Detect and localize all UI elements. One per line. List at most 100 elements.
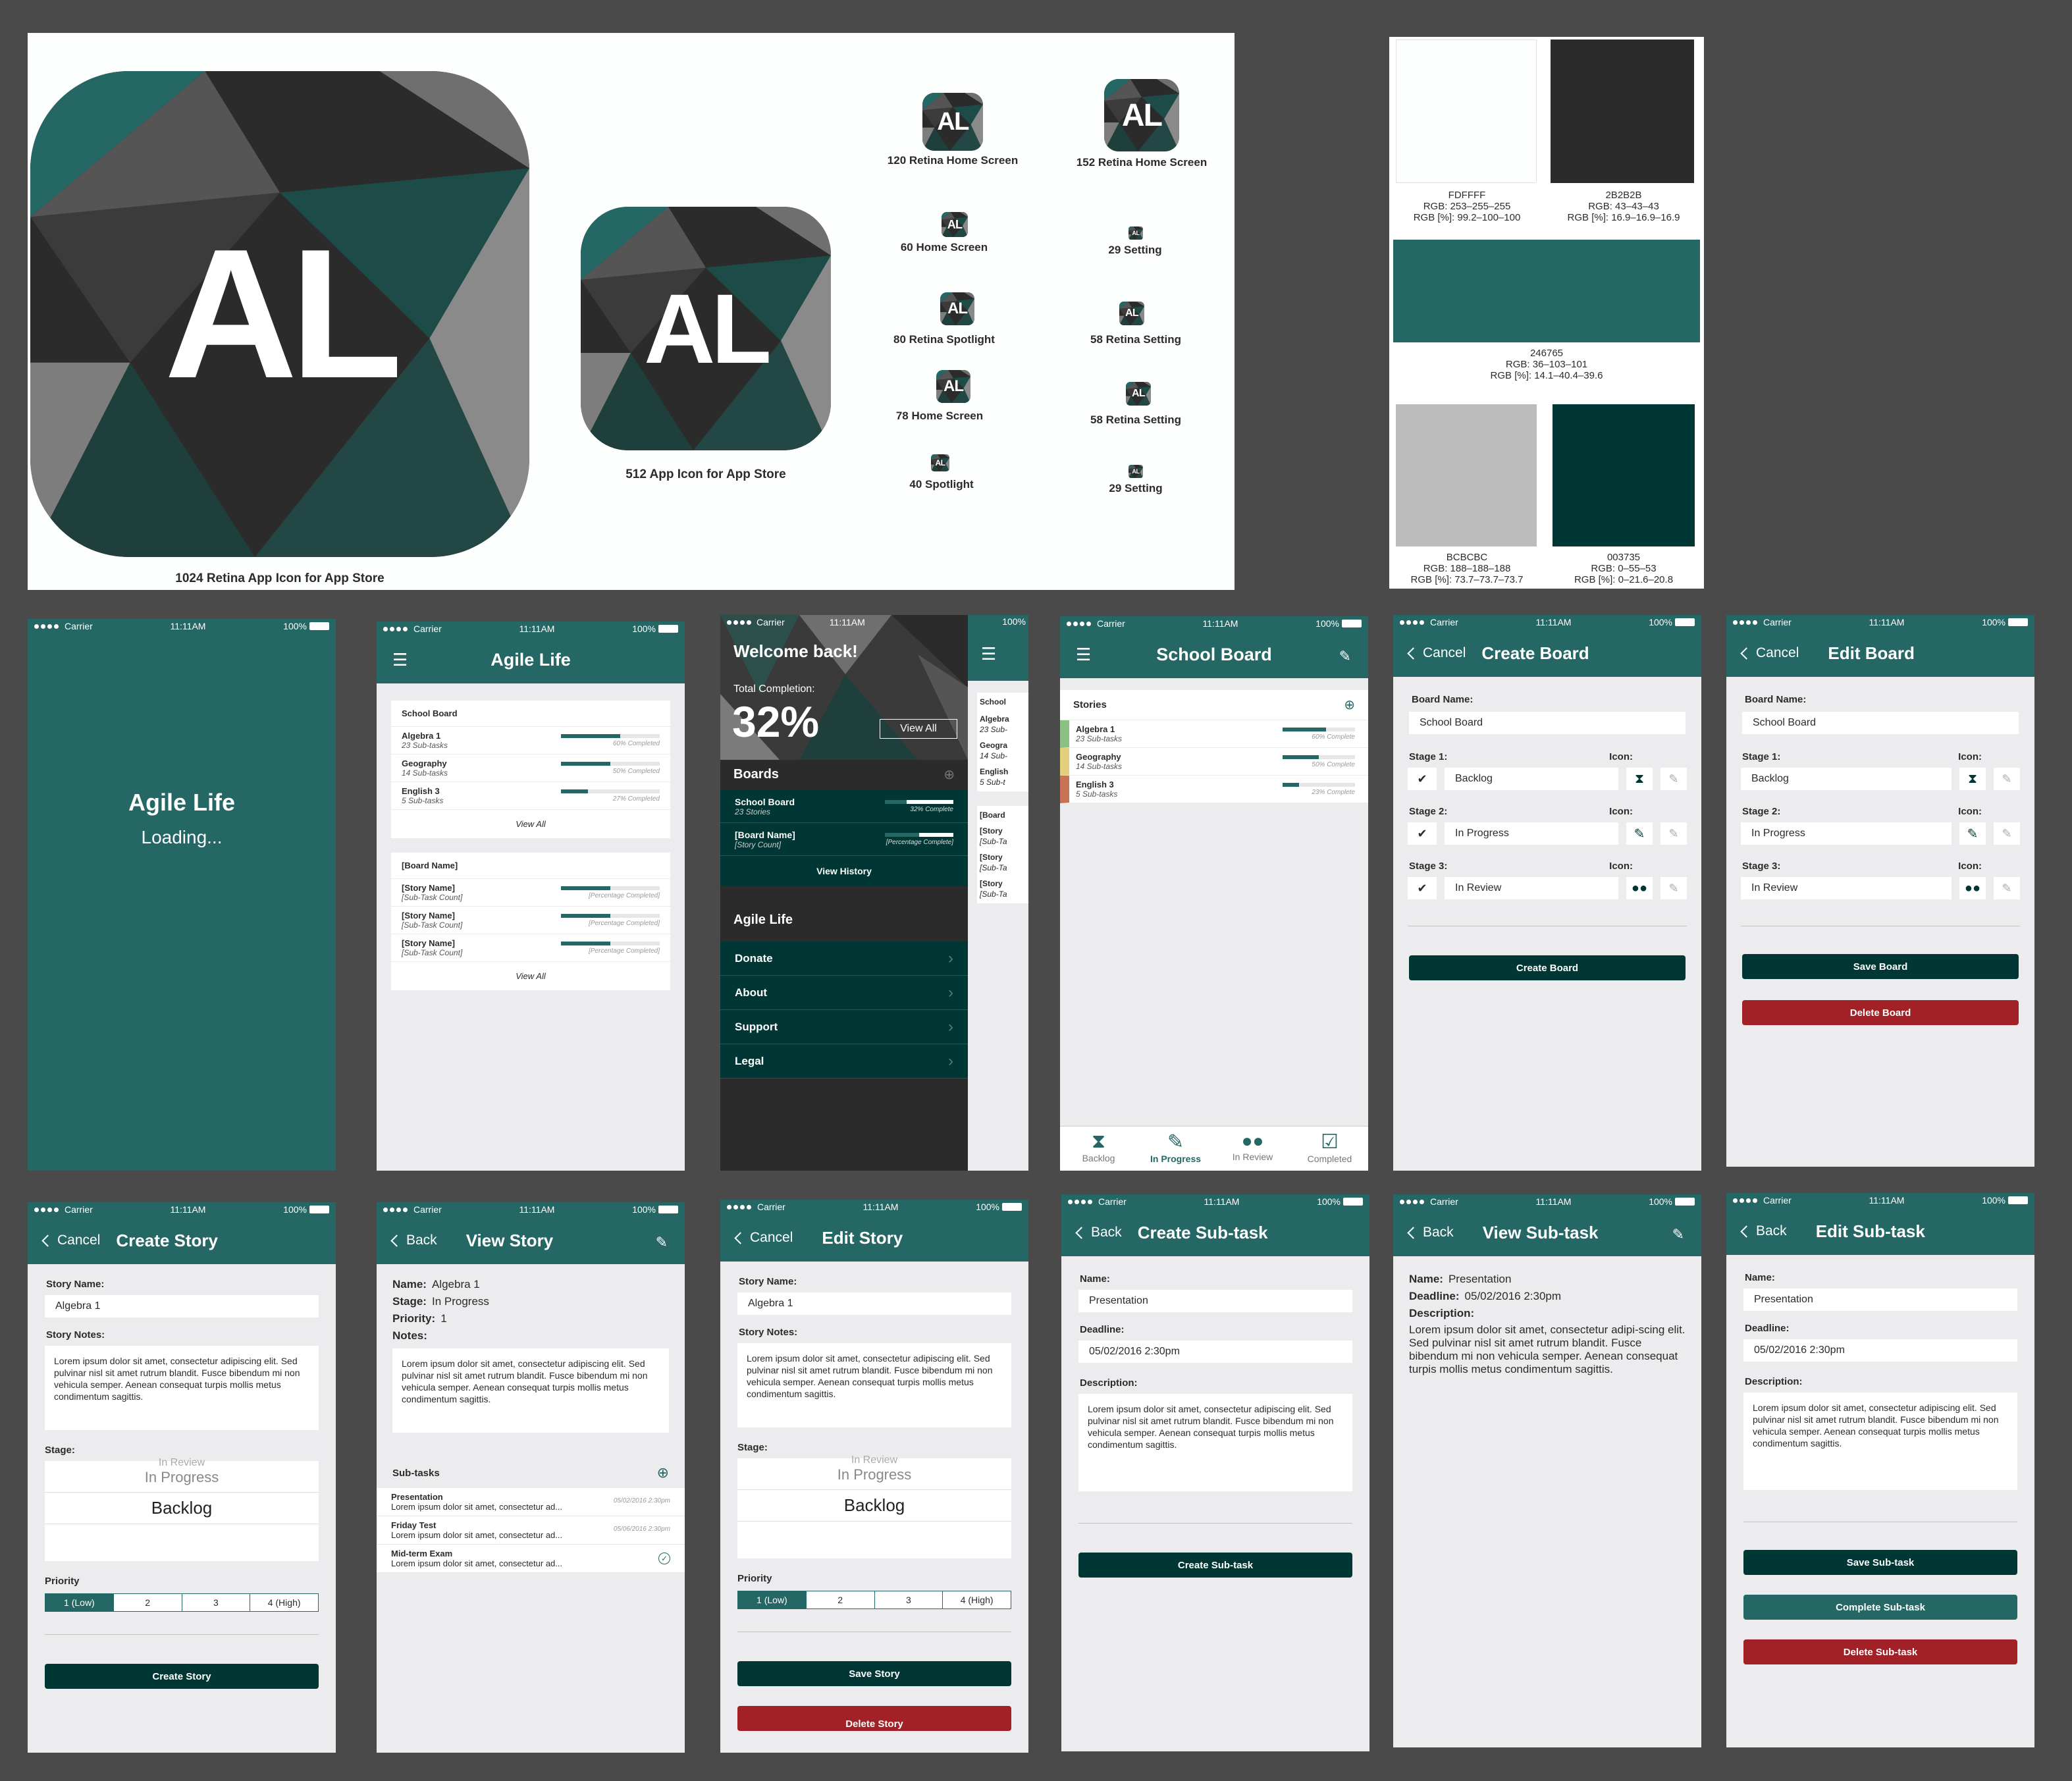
pencil-icon[interactable]: ✎ — [1660, 822, 1687, 845]
delete-board-button[interactable]: Delete Board — [1742, 1000, 2019, 1025]
story-name-field[interactable]: Algebra 1 — [737, 1292, 1011, 1315]
menu-item-legal[interactable]: Legal › — [720, 1044, 968, 1078]
story-row[interactable]: Geography 14 Sub-tasks 50% Completed — [391, 755, 670, 782]
pencil-icon[interactable]: ✎ — [1660, 768, 1687, 790]
board-name-field[interactable]: School Board — [1409, 712, 1686, 734]
stage-1-checkbox[interactable]: ✔ — [1408, 768, 1437, 790]
pencil-icon[interactable]: ✎ — [1660, 877, 1687, 899]
back-button[interactable]: Back — [1077, 1225, 1122, 1240]
create-board-button[interactable]: Create Board — [1409, 955, 1686, 980]
priority-4[interactable]: 4 (High) — [250, 1594, 318, 1611]
description-field[interactable]: Lorem ipsum dolor sit amet, consectetur … — [1078, 1394, 1352, 1491]
group-icon[interactable]: ●● — [1959, 877, 1986, 899]
create-subtask-button[interactable]: Create Sub-task — [1078, 1553, 1352, 1578]
pencil-icon[interactable]: ✎ — [1994, 822, 2020, 845]
pencil-icon[interactable]: ✎ — [1994, 877, 2020, 899]
view-all-button[interactable]: View All — [880, 719, 957, 739]
add-subtask-icon[interactable]: ⊕ — [657, 1464, 669, 1481]
view-history-button[interactable]: View History — [720, 856, 968, 886]
board-card-school[interactable]: School Board Algebra 1 23 Sub-tasks 60% Co… — [391, 701, 670, 838]
menu-item-about[interactable]: About › — [720, 976, 968, 1010]
board-name-field[interactable]: School Board — [1742, 712, 2019, 734]
story-notes-field[interactable]: Lorem ipsum dolor sit amet, consectetur … — [45, 1346, 319, 1430]
edit-pencil-icon[interactable]: ✎ — [656, 1234, 668, 1251]
save-story-button[interactable]: Save Story — [737, 1661, 1011, 1686]
stage-picker[interactable]: In Review In Progress Backlog — [737, 1454, 1011, 1558]
subtask-row[interactable]: Friday Test Lorem ipsum dolor sit amet, c… — [377, 1516, 685, 1545]
create-story-button[interactable]: Create Story — [45, 1664, 319, 1689]
tab-backlog[interactable]: ⧗ Backlog — [1060, 1127, 1137, 1171]
subtask-name-field[interactable]: Presentation — [1078, 1290, 1352, 1312]
board-card-generic[interactable]: [Board Name] [Story Name] [Sub-Task Count… — [391, 853, 670, 990]
priority-3[interactable]: 3 — [182, 1594, 251, 1611]
deadline-field[interactable]: 05/02/2016 2:30pm — [1078, 1341, 1352, 1363]
view-all-link[interactable]: View All — [391, 810, 670, 838]
stage-2-checkbox[interactable]: ✔ — [1408, 822, 1437, 845]
cancel-button[interactable]: Cancel — [1742, 645, 1799, 661]
view-all-link[interactable]: View All — [391, 962, 670, 990]
menu-board-row[interactable]: [Board Name] [Story Count] [Percentage Com… — [720, 823, 968, 856]
edit-pencil-icon[interactable]: ✎ — [1339, 648, 1351, 665]
delete-story-button[interactable]: Delete Story — [737, 1706, 1011, 1731]
stage-1-field[interactable]: Backlog — [1445, 768, 1618, 790]
edit-pencil-icon[interactable]: ✎ — [1672, 1226, 1684, 1243]
check-circle-icon[interactable]: ✓ — [658, 1553, 670, 1564]
stage-2-field[interactable]: In Progress — [1445, 822, 1618, 845]
save-subtask-button[interactable]: Save Sub-task — [1743, 1550, 2017, 1575]
stage-3-field[interactable]: In Review — [1741, 877, 1952, 899]
edit-box-icon[interactable]: ✎ — [1626, 822, 1653, 845]
story-name-field[interactable]: Algebra 1 — [45, 1295, 319, 1317]
menu-item-donate[interactable]: Donate › — [720, 942, 968, 976]
story-row[interactable]: Algebra 1 23 Sub-tasks 60% Completed — [391, 727, 670, 755]
delete-subtask-button[interactable]: Delete Sub-task — [1743, 1639, 2017, 1664]
story-row[interactable]: [Story Name] [Sub-Task Count] [Percentage … — [391, 934, 670, 962]
cancel-button[interactable]: Cancel — [43, 1233, 100, 1248]
deadline-field[interactable]: 05/02/2016 2:30pm — [1743, 1339, 2017, 1362]
save-board-button[interactable]: Save Board — [1742, 954, 2019, 979]
hourglass-icon[interactable]: ⧗ — [1626, 768, 1653, 790]
stage-2-field[interactable]: In Progress — [1741, 822, 1952, 845]
priority-2[interactable]: 2 — [806, 1591, 875, 1608]
add-board-icon[interactable]: ⊕ — [943, 766, 955, 783]
tab-in-review[interactable]: ●● In Review — [1214, 1127, 1291, 1171]
stage-1-field[interactable]: Backlog — [1741, 768, 1952, 790]
story-row[interactable]: English 35 Sub-tasks 27% Completed — [391, 782, 670, 810]
stage-3-field[interactable]: In Review — [1445, 877, 1618, 899]
group-icon[interactable]: ●● — [1626, 877, 1653, 899]
story-notes-field[interactable]: Lorem ipsum dolor sit amet, consectetur … — [737, 1343, 1011, 1427]
description-field[interactable]: Lorem ipsum dolor sit amet, consectetur … — [1743, 1393, 2017, 1490]
pencil-icon[interactable]: ✎ — [1994, 768, 2020, 790]
story-row[interactable]: [Story Name] [Sub-Task Count] [Percentage … — [391, 907, 670, 934]
back-button[interactable]: Back — [392, 1233, 437, 1248]
back-button[interactable]: Back — [1409, 1225, 1454, 1240]
complete-subtask-button[interactable]: Complete Sub-task — [1743, 1595, 2017, 1620]
story-row[interactable]: Algebra 1 23 Sub-tasks 60% Complete — [1060, 720, 1368, 748]
subtask-row[interactable]: Presentation Lorem ipsum dolor sit amet, … — [377, 1488, 685, 1516]
menu-item-support[interactable]: Support › — [720, 1010, 968, 1044]
stage-picker[interactable]: In Review In Progress Backlog — [45, 1457, 319, 1561]
add-story-icon[interactable]: ⊕ — [1344, 697, 1355, 713]
subtask-row[interactable]: Mid-term Exam Lorem ipsum dolor sit amet,… — [377, 1545, 685, 1573]
priority-segmented-control[interactable]: 1 (Low) 2 3 4 (High) — [45, 1593, 319, 1612]
stage-3-checkbox[interactable]: ✔ — [1408, 877, 1437, 899]
home-peek[interactable]: 100% ☰ School Algebra 23 Sub- Geogra 14 Sub-… — [968, 615, 1028, 1171]
story-row[interactable]: Geography 14 Sub-tasks 50% Complete — [1060, 748, 1368, 776]
priority-segmented-control[interactable]: 1 (Low) 2 3 4 (High) — [737, 1591, 1011, 1609]
tab-completed[interactable]: ☑ Completed — [1291, 1127, 1368, 1171]
edit-box-icon[interactable]: ✎ — [1959, 822, 1986, 845]
hamburger-menu-icon[interactable]: ☰ — [981, 644, 996, 664]
priority-1[interactable]: 1 (Low) — [45, 1594, 114, 1611]
story-row[interactable]: [Story Name] [Sub-Task Count] [Percentage … — [391, 879, 670, 907]
story-row[interactable]: English 35 Sub-tasks 23% Complete — [1060, 776, 1368, 803]
priority-2[interactable]: 2 — [113, 1594, 182, 1611]
subtask-name-field[interactable]: Presentation — [1743, 1289, 2017, 1311]
menu-board-row[interactable]: School Board 23 Stories 32% Complete — [720, 790, 968, 823]
priority-4[interactable]: 4 (High) — [943, 1591, 1011, 1608]
cancel-button[interactable]: Cancel — [1409, 645, 1466, 661]
cancel-button[interactable]: Cancel — [736, 1230, 793, 1246]
priority-1[interactable]: 1 (Low) — [738, 1591, 807, 1608]
back-button[interactable]: Back — [1742, 1223, 1787, 1239]
tab-in-progress[interactable]: ✎ In Progress — [1137, 1127, 1214, 1171]
hourglass-icon[interactable]: ⧗ — [1959, 768, 1986, 790]
priority-3[interactable]: 3 — [874, 1591, 943, 1608]
